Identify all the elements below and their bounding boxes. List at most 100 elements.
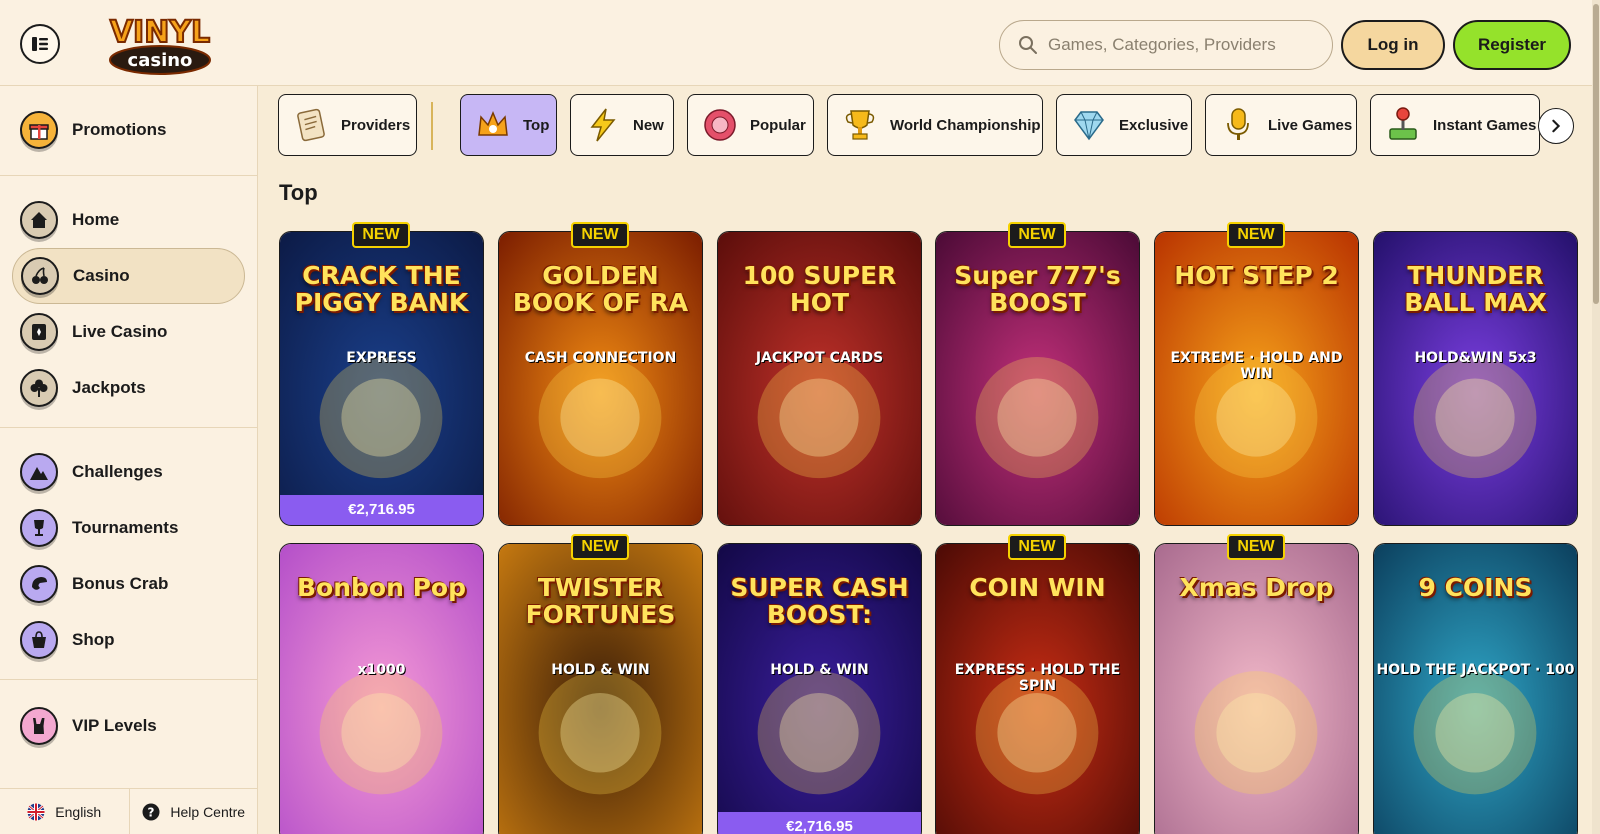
new-badge: NEW <box>1227 222 1285 248</box>
menu-toggle-button[interactable] <box>20 24 60 64</box>
sidebar-vip-group: VIP Levels <box>0 680 257 774</box>
category-world-championship[interactable]: World Championship <box>827 94 1043 156</box>
trophy-icon <box>20 509 58 547</box>
top-header: VINYL casino Log in Register <box>0 0 1600 86</box>
sidebar-item-label: Bonus Crab <box>72 574 169 593</box>
category-new[interactable]: New <box>570 94 674 156</box>
login-button[interactable]: Log in <box>1341 20 1445 70</box>
mountain-icon <box>20 453 58 491</box>
game-title: CRACK THE PIGGY BANK <box>294 261 469 317</box>
help-centre-link[interactable]: ? Help Centre <box>130 789 259 834</box>
category-label: Top <box>523 116 550 134</box>
sidebar-item-home[interactable]: Home <box>12 192 245 248</box>
cherries-icon <box>21 257 59 295</box>
category-label: Exclusive <box>1119 116 1189 134</box>
svg-text:VINYL: VINYL <box>110 15 210 50</box>
game-tile[interactable]: 9 COINS HOLD THE JACKPOT · 100 <box>1373 543 1578 834</box>
sidebar-item-casino[interactable]: Casino <box>12 248 245 304</box>
game-tile[interactable]: THUNDER BALL MAX HOLD&WIN 5x3 <box>1373 231 1578 526</box>
sidebar-main-group: Home Casino Live Casino Jackpots <box>0 176 257 428</box>
new-badge: NEW <box>1008 222 1066 248</box>
search-input[interactable] <box>1048 35 1318 55</box>
sidebar-item-promotions[interactable]: Promotions <box>12 102 245 158</box>
casino-chip-icon <box>704 109 736 141</box>
game-title: HOT STEP 2 <box>1174 261 1339 290</box>
category-label: New <box>633 116 664 134</box>
vinyl-casino-logo[interactable]: VINYL casino <box>96 10 224 78</box>
category-providers[interactable]: Providers <box>278 94 417 156</box>
home-icon <box>20 201 58 239</box>
language-selector[interactable]: English <box>0 789 130 834</box>
sidebar-item-label: Casino <box>73 266 130 285</box>
game-title: TWISTER FORTUNES <box>525 573 676 629</box>
jackpot-amount: €2,716.95 <box>718 812 921 834</box>
search-box[interactable] <box>999 20 1333 70</box>
game-subtitle: EXPRESS <box>346 350 417 366</box>
search-icon <box>1019 36 1037 54</box>
sidebar-extras-group: Challenges Tournaments Bonus Crab Shop <box>0 428 257 680</box>
category-popular[interactable]: Popular <box>687 94 814 156</box>
language-label: English <box>55 803 102 820</box>
sidebar-item-shop[interactable]: Shop <box>12 612 245 668</box>
new-badge: NEW <box>1008 534 1066 560</box>
sidebar-item-tournaments[interactable]: Tournaments <box>12 500 245 556</box>
sidebar-item-label: Tournaments <box>72 518 179 537</box>
joystick-icon <box>1389 107 1417 140</box>
game-tile[interactable]: GOLDEN BOOK OF RA CASH CONNECTION <box>498 231 703 526</box>
help-icon: ? <box>142 803 160 820</box>
chevron-right-icon <box>1552 119 1561 133</box>
page-scrollbar[interactable] <box>1592 0 1600 834</box>
category-label: Providers <box>341 116 411 134</box>
svg-text:?: ? <box>148 805 155 819</box>
game-title: Super 777's BOOST <box>954 261 1121 317</box>
category-live-games[interactable]: Live Games <box>1205 94 1357 156</box>
scrollbar-thumb[interactable] <box>1593 4 1599 304</box>
sidebar-item-vip-levels[interactable]: VIP Levels <box>12 698 245 754</box>
microphone-icon <box>1227 108 1249 140</box>
category-top[interactable]: Top <box>460 94 557 156</box>
sidebar-item-live-casino[interactable]: Live Casino <box>12 304 245 360</box>
jackpot-amount: €2,716.95 <box>280 495 483 525</box>
game-tile[interactable]: Bonbon Pop x1000 <box>279 543 484 834</box>
sidebar-item-label: VIP Levels <box>72 716 157 735</box>
svg-text:casino: casino <box>128 50 193 71</box>
sidebar-item-label: Home <box>72 210 120 229</box>
game-title: COIN WIN <box>969 573 1106 602</box>
game-subtitle: CASH CONNECTION <box>524 350 677 366</box>
game-tile[interactable]: Super 777's BOOST <box>935 231 1140 526</box>
game-tile[interactable]: HOT STEP 2 EXTREME · HOLD AND WIN <box>1154 231 1359 526</box>
category-instant-games[interactable]: Instant Games <box>1370 94 1540 156</box>
game-title: 100 SUPER HOT <box>742 261 897 317</box>
game-tile[interactable]: SUPER CASH BOOST: HOLD & WIN €2,716.95 <box>717 543 922 834</box>
game-tile[interactable]: TWISTER FORTUNES HOLD & WIN <box>498 543 703 834</box>
diamond-icon <box>1074 111 1104 141</box>
game-tile[interactable]: Xmas Drop <box>1154 543 1359 834</box>
sidebar-item-challenges[interactable]: Challenges <box>12 444 245 500</box>
game-title: GOLDEN BOOK OF RA <box>512 261 689 317</box>
game-tile[interactable]: COIN WIN EXPRESS · HOLD THE SPIN <box>935 543 1140 834</box>
game-title: 9 COINS <box>1418 573 1533 602</box>
game-title: SUPER CASH BOOST: <box>730 573 909 629</box>
sidebar-toggle-icon <box>32 37 48 51</box>
game-subtitle: HOLD&WIN 5x3 <box>1414 350 1537 366</box>
sidebar-item-label: Jackpots <box>72 378 146 397</box>
game-title: Xmas Drop <box>1179 573 1334 602</box>
sidebar-item-label: Challenges <box>72 462 163 481</box>
category-next-button[interactable] <box>1538 108 1574 144</box>
game-subtitle: EXTREME · HOLD AND WIN <box>1170 350 1343 382</box>
gift-icon <box>20 111 58 149</box>
clover-icon <box>20 369 58 407</box>
category-exclusive[interactable]: Exclusive <box>1056 94 1192 156</box>
game-tile[interactable]: 100 SUPER HOT JACKPOT CARDS <box>717 231 922 526</box>
section-title: Top <box>279 180 318 205</box>
sidebar-item-jackpots[interactable]: Jackpots <box>12 360 245 416</box>
game-subtitle: HOLD & WIN <box>770 662 869 678</box>
game-tile[interactable]: CRACK THE PIGGY BANK EXPRESS €2,716.95 <box>279 231 484 526</box>
game-title: THUNDER BALL MAX <box>1404 261 1547 317</box>
sidebar-item-label: Promotions <box>72 120 167 139</box>
register-button[interactable]: Register <box>1453 20 1571 70</box>
new-badge: NEW <box>571 222 629 248</box>
game-subtitle: x1000 <box>357 662 406 678</box>
trophy-icon <box>845 110 875 140</box>
sidebar-item-bonus-crab[interactable]: Bonus Crab <box>12 556 245 612</box>
